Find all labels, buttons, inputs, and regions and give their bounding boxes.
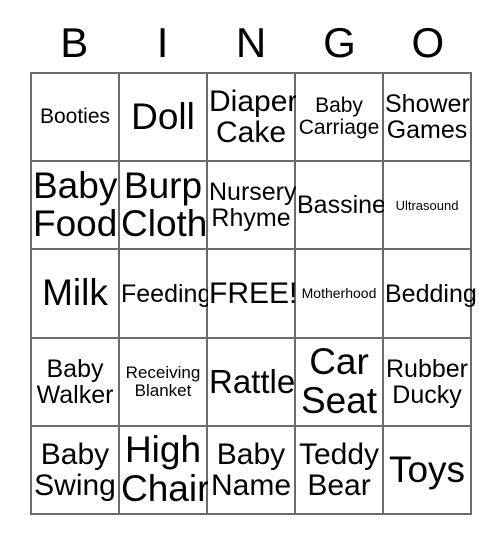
bingo-cell-label: Bassinet [297,191,393,220]
bingo-cell-label: Car Seat [300,341,378,421]
bingo-cell-label: Feeding [121,279,212,308]
bingo-cell-o4[interactable]: Rubber Ducky [384,338,472,427]
bingo-cell-o5[interactable]: Toys [384,426,472,516]
bingo-cell-g4[interactable]: Car Seat [296,338,384,427]
bingo-cell-i5[interactable]: High Chair [120,426,210,516]
bingo-cell-label: Ultrasound [395,197,459,213]
bingo-cell-label: Baby Carriage [298,94,380,140]
bingo-cell-label: Baby Food [33,164,118,245]
bingo-row: Baby Food Burp Cloth Nursery Rhyme Bassi… [32,162,472,251]
bingo-cell-label: Baby Walker [36,354,114,409]
bingo-cell-g5[interactable]: Teddy Bear [296,426,384,516]
bingo-cell-g1[interactable]: Baby Carriage [296,74,384,163]
header-letter-b: B [60,19,89,66]
bingo-cell-label: Shower Games [385,90,470,145]
bingo-cell-i3[interactable]: Feeding [120,250,212,339]
bingo-cell-n4[interactable]: Rattle [208,338,296,427]
bingo-card: B I N G O Booties Doll Diaper Cake Baby … [0,0,500,544]
bingo-cell-b5[interactable]: Baby Swing [32,426,120,516]
bingo-cell-label: Rubber Ducky [386,354,468,409]
bingo-cell-g3[interactable]: Motherhood [296,250,384,339]
header-letter-g: G [323,19,356,66]
bingo-header: B I N G O [30,14,472,72]
bingo-cell-label: Nursery Rhyme [209,178,297,233]
bingo-row: Baby Walker Receiving Blanket Rattle Car… [32,338,472,427]
bingo-cell-o3[interactable]: Bedding [384,250,477,339]
bingo-cell-n1[interactable]: Diaper Cake [208,74,298,163]
bingo-cell-label: Baby Swing [34,437,116,502]
bingo-cell-label: Rattle [209,362,296,400]
header-letter-n: N [235,19,267,66]
bingo-cell-label: Booties [39,105,111,129]
bingo-cell-label: Doll [131,95,195,137]
bingo-row: Baby Swing High Chair Baby Name Teddy Be… [32,426,472,516]
bingo-row: Milk Feeding FREE! Motherhood Bedding [32,250,477,339]
bingo-cell-g2[interactable]: Bassinet [296,162,393,251]
bingo-cell-free[interactable]: FREE! [208,250,298,339]
bingo-cell-label: Motherhood [301,285,377,302]
bingo-cell-b1[interactable]: Booties [32,74,120,163]
bingo-cell-label: Teddy Bear [298,437,380,502]
bingo-cell-label-free: FREE! [209,276,298,310]
bingo-cell-label: Bedding [385,279,477,308]
bingo-cell-b2[interactable]: Baby Food [32,162,120,251]
bingo-cell-b4[interactable]: Baby Walker [32,338,120,427]
header-letter-i: I [156,19,169,66]
bingo-cell-i1[interactable]: Doll [120,74,208,163]
bingo-cell-label: Diaper Cake [209,84,298,150]
header-letter-o: O [411,19,445,66]
bingo-cell-b3[interactable]: Milk [32,250,120,339]
bingo-cell-label: Baby Name [210,437,292,502]
bingo-cell-label: Receiving Blanket [125,363,201,400]
bingo-cell-label: High Chair [121,429,210,509]
bingo-cell-label: Burp Cloth [121,164,208,245]
bingo-cell-n5[interactable]: Baby Name [208,426,296,516]
bingo-cell-label: Toys [388,448,466,490]
bingo-grid: Booties Doll Diaper Cake Baby Carriage S… [30,72,477,516]
bingo-cell-o2[interactable]: Ultrasound [384,162,472,251]
bingo-row: Booties Doll Diaper Cake Baby Carriage S… [32,74,472,163]
bingo-cell-label: Milk [42,272,108,314]
bingo-cell-i4[interactable]: Receiving Blanket [120,338,208,427]
bingo-cell-i2[interactable]: Burp Cloth [120,162,208,251]
bingo-cell-n2[interactable]: Nursery Rhyme [208,162,297,251]
bingo-cell-o1[interactable]: Shower Games [384,74,472,163]
